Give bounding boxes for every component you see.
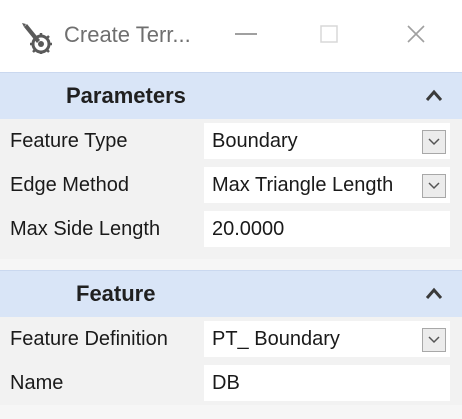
feature-panel-header[interactable]: Feature [0,270,462,317]
parameters-panel-title: Parameters [66,83,186,108]
name-label: Name [10,371,64,394]
parameters-panel: Parameters Feature Type Boundary Edge Me… [0,72,462,259]
chevron-up-icon[interactable] [426,89,442,101]
gear-pen-icon [22,23,52,54]
feature-type-value: Boundary [212,129,298,152]
chevron-down-icon [428,138,440,146]
name-row: Name DB [0,361,462,405]
feature-definition-dropdown[interactable]: PT_ Boundary [204,321,450,357]
feature-definition-row: Feature Definition PT_ Boundary [0,317,462,361]
feature-type-dropdown[interactable]: Boundary [204,123,450,159]
panel-separator [0,251,462,259]
create-terrain-dialog: Create Terr... Parameters Feature Type B… [0,0,462,419]
close-button[interactable] [393,14,439,54]
maximize-button[interactable] [306,14,352,54]
feature-type-dropdown-button[interactable] [422,130,446,154]
maximize-icon [320,25,338,43]
title-bar[interactable]: Create Terr... [0,0,462,72]
close-icon [407,25,425,43]
feature-type-label: Feature Type [10,129,128,152]
parameters-rows: Feature Type Boundary Edge Method Max Tr… [0,119,462,259]
feature-definition-dropdown-button[interactable] [422,328,446,352]
feature-panel-title: Feature [76,281,156,306]
feature-definition-value: PT_ Boundary [212,327,340,350]
name-value: DB [212,371,240,394]
edge-method-dropdown[interactable]: Max Triangle Length [204,167,450,203]
max-side-length-input[interactable]: 20.0000 [204,211,450,247]
name-input[interactable]: DB [204,365,450,401]
chevron-up-icon[interactable] [426,287,442,299]
max-side-length-value: 20.0000 [212,217,285,240]
parameters-panel-header[interactable]: Parameters [0,72,462,119]
feature-definition-label: Feature Definition [10,327,168,350]
chevron-down-icon [428,336,440,344]
edge-method-row: Edge Method Max Triangle Length [0,163,462,207]
max-side-length-label: Max Side Length [10,217,161,240]
feature-type-row: Feature Type Boundary [0,119,462,163]
minimize-button[interactable] [223,14,269,54]
edge-method-label: Edge Method [10,173,129,196]
feature-rows: Feature Definition PT_ Boundary Name DB [0,317,462,405]
feature-panel: Feature Feature Definition PT_ Boundary [0,270,462,405]
chevron-down-icon [428,182,440,190]
edge-method-dropdown-button[interactable] [422,174,446,198]
window-title: Create Terr... [64,22,191,47]
edge-method-value: Max Triangle Length [212,173,394,196]
minimize-icon [235,33,257,35]
max-side-length-row: Max Side Length 20.0000 [0,207,462,251]
